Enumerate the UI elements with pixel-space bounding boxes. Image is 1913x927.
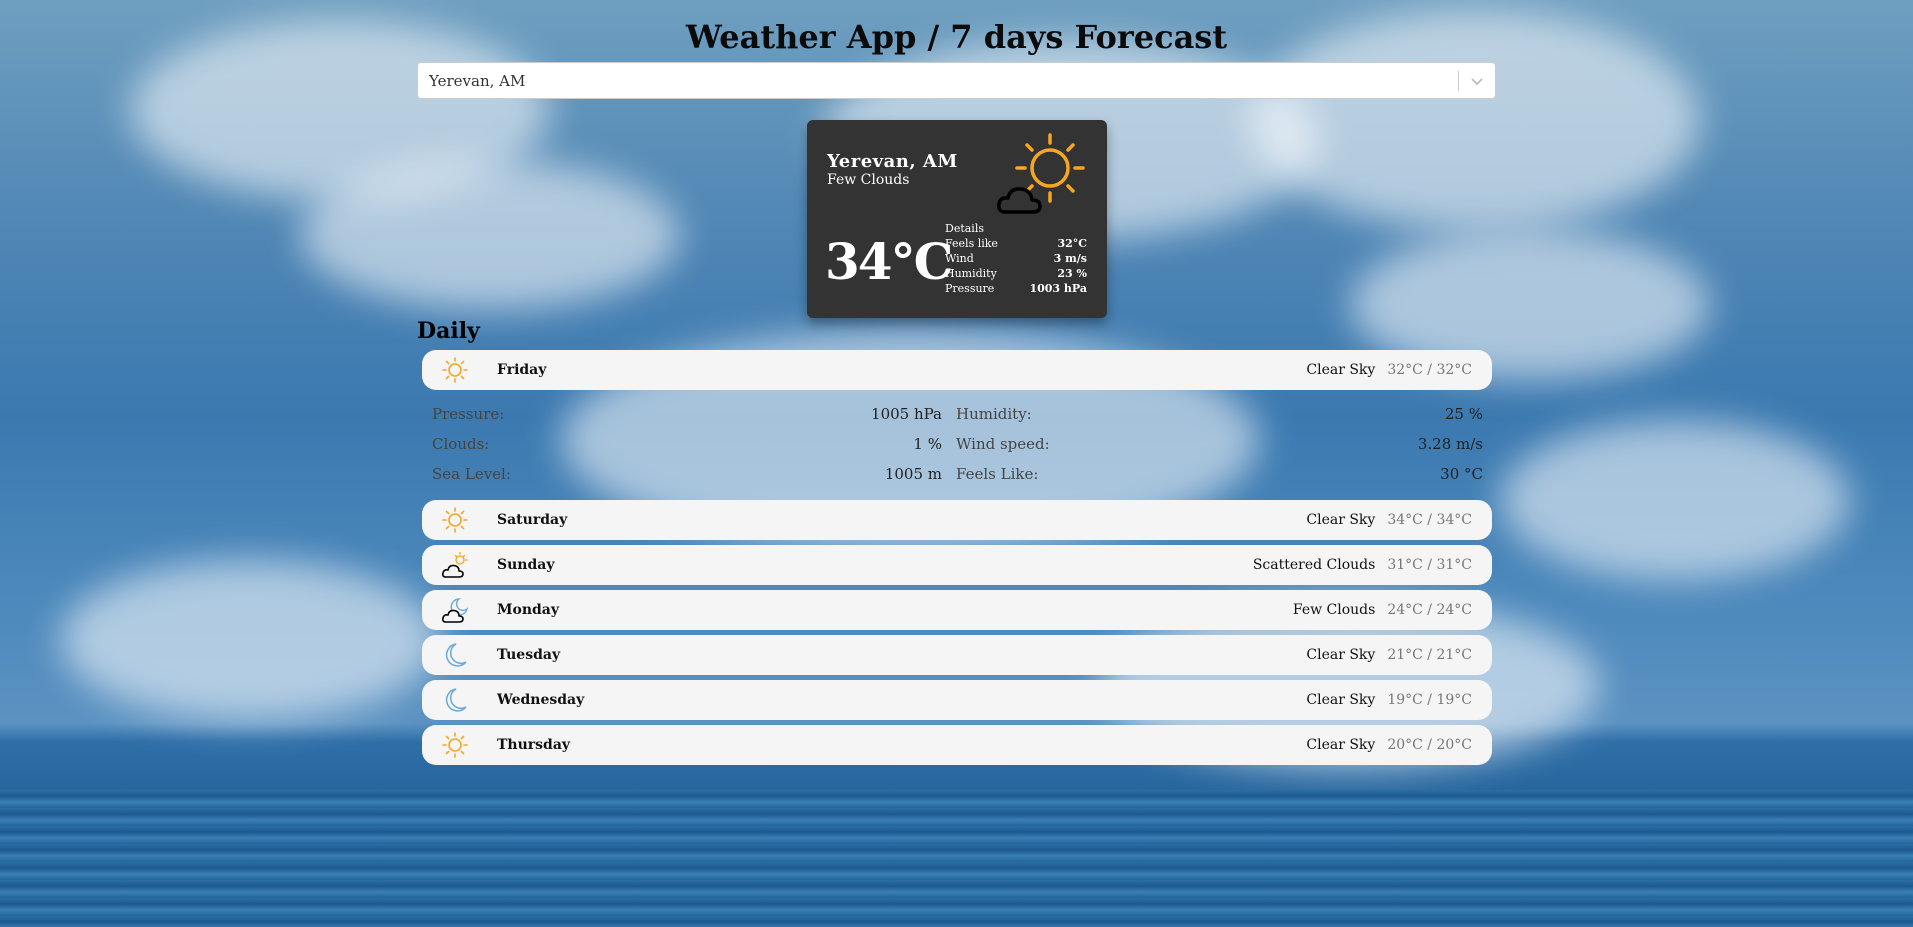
day-minmax: 34°C / 34°C [1387, 512, 1472, 528]
current-weather-card: Yerevan, AM Few Clouds 34°C Details Feel… [807, 120, 1107, 318]
day-row-wednesday[interactable]: Wednesday Clear Sky 19°C / 19°C [422, 680, 1492, 720]
search-value: Yerevan, AM [429, 72, 526, 90]
day-row-thursday[interactable]: Thursday Clear Sky 20°C / 20°C [422, 725, 1492, 765]
day-minmax: 21°C / 21°C [1387, 647, 1472, 663]
detail-row-wind: Wind 3 m/s [945, 252, 1087, 265]
background-sea [0, 790, 1913, 927]
moon-icon [445, 643, 467, 667]
chevron-down-icon[interactable] [1469, 73, 1485, 89]
detail-sea-level: Sea Level: 1005 m [432, 465, 942, 483]
sun-cloud-icon [997, 133, 1085, 214]
detail-wind-speed: Wind speed: 3.28 m/s [956, 435, 1483, 453]
day-description: Clear Sky [1306, 647, 1376, 663]
day-description: Clear Sky [1306, 692, 1376, 708]
day-name: Friday [497, 362, 547, 378]
day-row-friday[interactable]: Friday Clear Sky 32°C / 32°C [422, 350, 1492, 390]
current-temperature: 34°C [825, 232, 953, 291]
day-description: Clear Sky [1306, 737, 1376, 753]
city-search-select[interactable]: Yerevan, AM [417, 62, 1496, 99]
day-description: Few Clouds [1292, 602, 1376, 618]
day-minmax: 20°C / 20°C [1387, 737, 1472, 753]
page-title: Weather App / 7 days Forecast [685, 18, 1228, 56]
day-name: Wednesday [497, 692, 585, 708]
day-name: Tuesday [497, 647, 561, 663]
day-description: Scattered Clouds [1252, 557, 1376, 573]
detail-clouds: Clouds: 1 % [432, 435, 942, 453]
moon-icon [445, 688, 467, 712]
sun-icon [442, 357, 468, 383]
daily-heading: Daily [417, 318, 480, 344]
detail-pressure: Pressure: 1005 hPa [432, 405, 942, 423]
day-name: Thursday [497, 737, 571, 753]
day-row-tuesday[interactable]: Tuesday Clear Sky 21°C / 21°C [422, 635, 1492, 675]
current-city: Yerevan, AM [827, 151, 958, 172]
current-details: Details Feels like 32°C Wind 3 m/s Humid… [945, 221, 1087, 296]
detail-row-pressure: Pressure 1003 hPa [945, 282, 1087, 295]
day-minmax: 31°C / 31°C [1387, 557, 1472, 573]
day-name: Saturday [497, 512, 568, 528]
sun-icon [442, 732, 468, 758]
day-details-panel: Pressure: 1005 hPa Clouds: 1 % Sea Level… [422, 400, 1492, 490]
day-row-monday[interactable]: Monday Few Clouds 24°C / 24°C [422, 590, 1492, 630]
current-description: Few Clouds [827, 172, 910, 188]
day-name: Monday [497, 602, 560, 618]
day-description: Clear Sky [1306, 512, 1376, 528]
cloud-moon-icon [442, 598, 468, 623]
day-description: Clear Sky [1306, 362, 1376, 378]
details-title: Details [945, 222, 984, 235]
day-minmax: 32°C / 32°C [1387, 362, 1472, 378]
day-name: Sunday [497, 557, 555, 573]
sun-icon [442, 507, 468, 533]
day-minmax: 19°C / 19°C [1387, 692, 1472, 708]
day-row-sunday[interactable]: Sunday Scattered Clouds 31°C / 31°C [422, 545, 1492, 585]
detail-humidity: Humidity: 25 % [956, 405, 1483, 423]
cloud-sun-icon [442, 552, 468, 578]
detail-row-humidity: Humidity 23 % [945, 267, 1087, 280]
search-separator [1458, 71, 1459, 91]
detail-row-feels-like: Feels like 32°C [945, 237, 1087, 250]
detail-feels-like: Feels Like: 30 °C [956, 465, 1483, 483]
day-row-saturday[interactable]: Saturday Clear Sky 34°C / 34°C [422, 500, 1492, 540]
day-minmax: 24°C / 24°C [1387, 602, 1472, 618]
